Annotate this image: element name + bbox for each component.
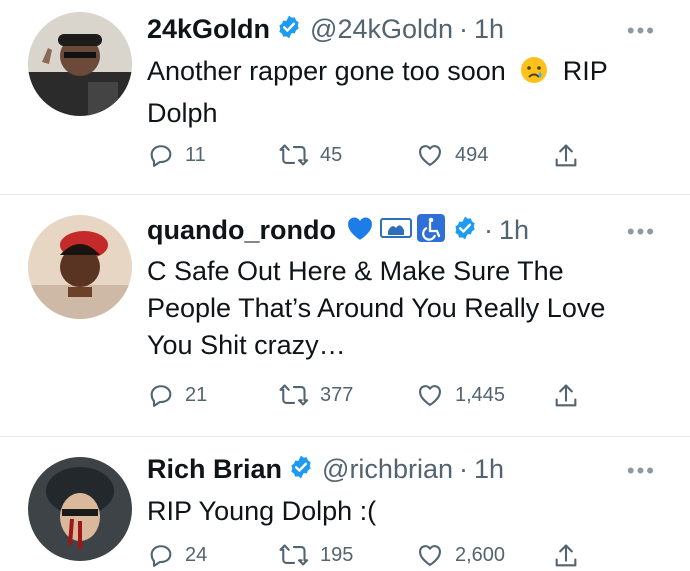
heart-icon — [419, 545, 441, 566]
separator: · — [459, 13, 469, 44]
tweet-header: 24kGoldn @24kGoldn · 1h — [147, 11, 504, 47]
avatar[interactable] — [28, 457, 132, 561]
tweet-text-line: Another rapper gone too soon — [147, 56, 506, 86]
more-options-icon[interactable]: ••• — [627, 219, 656, 245]
author-name[interactable]: 24kGoldn — [147, 14, 270, 45]
like-count: 1,445 — [455, 383, 506, 406]
tweet-text-line: You Shit crazy… — [147, 330, 346, 360]
like-count: 494 — [455, 143, 489, 166]
retweet-icon — [279, 544, 309, 566]
tweet-text-line: RIP Young Dolph :( — [147, 496, 377, 526]
like-button[interactable]: 1,445 — [415, 381, 505, 409]
avatar[interactable] — [28, 215, 132, 319]
author-name[interactable]: quando_rondo — [147, 215, 336, 246]
more-options-icon[interactable]: ••• — [627, 458, 656, 484]
reply-icon — [150, 545, 172, 567]
like-button[interactable]: 2,600 — [415, 541, 505, 569]
share-button[interactable] — [552, 541, 590, 571]
separator: · — [458, 453, 468, 484]
reply-button[interactable]: 21 — [147, 381, 207, 409]
retweet-count: 377 — [320, 383, 354, 406]
tweet-quando-rondo[interactable]: quando_rondo · 1h ••• C Safe Out Here & … — [0, 195, 690, 435]
separator: · — [483, 214, 493, 245]
tweet-24kgoldn[interactable]: 24kGoldn @24kGoldn · 1h ••• Another rapp… — [0, 0, 690, 192]
tweet-header: quando_rondo · 1h — [147, 212, 529, 248]
retweet-button[interactable]: 377 — [278, 381, 353, 409]
retweet-button[interactable]: 45 — [278, 141, 342, 169]
prayer-flag-icon — [379, 216, 412, 245]
tweet-text: Another rapper gone too soon RIP Dolph — [147, 53, 667, 132]
like-button[interactable]: 494 — [415, 141, 488, 169]
share-icon — [555, 384, 577, 407]
verified-icon — [276, 14, 302, 45]
reply-count: 24 — [185, 543, 208, 566]
tweet-text-line: Dolph — [147, 98, 218, 128]
reply-count: 21 — [185, 383, 208, 406]
reply-icon — [150, 385, 172, 407]
tweet-actions: 21 377 1,445 — [147, 381, 627, 411]
avatar[interactable] — [28, 12, 132, 116]
timestamp[interactable]: 1h — [499, 215, 529, 246]
tweet-text-line: People That’s Around You Really Love — [147, 293, 606, 323]
reply-icon — [150, 145, 172, 167]
heart-icon — [419, 145, 441, 166]
share-button[interactable] — [552, 381, 590, 411]
reply-button[interactable]: 11 — [147, 141, 206, 169]
tweet-header: Rich Brian @richbrian · 1h — [147, 451, 504, 487]
share-icon — [555, 544, 577, 567]
tweet-rich-brian[interactable]: Rich Brian @richbrian · 1h ••• RIP Young… — [0, 437, 690, 567]
author-handle[interactable]: @24kGoldn — [310, 14, 453, 45]
retweet-icon — [279, 384, 309, 406]
tweet-actions: 11 45 494 — [147, 141, 627, 171]
like-count: 2,600 — [455, 543, 506, 566]
heart-icon — [419, 385, 441, 406]
timestamp[interactable]: 1h — [474, 454, 504, 485]
tweet-text: C Safe Out Here & Make Sure The People T… — [147, 253, 667, 364]
verified-icon — [452, 215, 478, 246]
crying-face-icon — [519, 55, 549, 95]
retweet-button[interactable]: 195 — [278, 541, 353, 569]
tweet-actions: 24 195 2,600 — [147, 541, 627, 571]
timestamp[interactable]: 1h — [474, 14, 504, 45]
blue-heart-icon — [344, 213, 376, 248]
share-button[interactable] — [552, 141, 590, 171]
author-handle[interactable]: @richbrian — [322, 454, 453, 485]
verified-icon — [288, 454, 314, 485]
wheelchair-icon — [416, 213, 446, 248]
reply-button[interactable]: 24 — [147, 541, 207, 569]
more-options-icon[interactable]: ••• — [627, 18, 656, 44]
tweet-text-line: RIP — [562, 56, 608, 86]
tweet-text-line: C Safe Out Here & Make Sure The — [147, 256, 564, 286]
share-icon — [555, 144, 577, 167]
reply-count: 11 — [185, 143, 206, 166]
retweet-count: 195 — [320, 543, 354, 566]
retweet-icon — [279, 144, 309, 166]
retweet-count: 45 — [320, 143, 343, 166]
tweet-text: RIP Young Dolph :( — [147, 493, 667, 530]
author-name[interactable]: Rich Brian — [147, 454, 282, 485]
